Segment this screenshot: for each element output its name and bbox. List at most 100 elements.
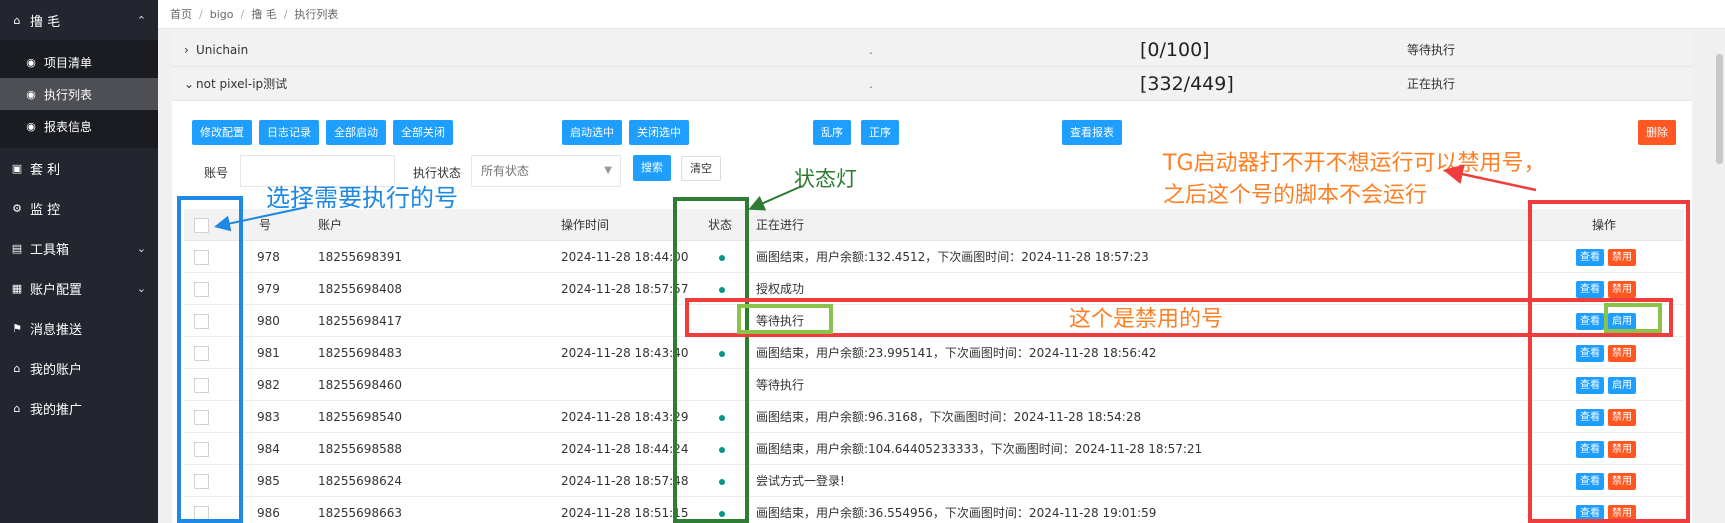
annotation-select-text: 选择需要执行的号 [266, 184, 458, 212]
sidebar-item-toolbox[interactable]: ▤ 工具箱 ⌄ [0, 228, 158, 268]
row-checkbox[interactable] [194, 346, 209, 361]
disable-button[interactable]: 禁用 [1608, 473, 1636, 490]
sidebar-item-monitor[interactable]: ⚙ 监 控 [0, 188, 158, 228]
group-row-unichain[interactable]: › Unichain . [0/100] 等待执行 [172, 33, 1692, 67]
row-checkbox[interactable] [194, 378, 209, 393]
breadcrumb-bigo[interactable]: bigo [210, 8, 234, 21]
table-row[interactable]: 981 18255698483 2024-11-28 18:43:40 画图结束，用户… [184, 337, 1684, 369]
account-table: 号 账户 操作时间 状态 正在进行 操作 978 18255698391 2024-… [184, 209, 1684, 523]
flag-icon: ⚑ [12, 321, 22, 335]
table-row[interactable]: 979 18255698408 2024-11-28 18:57:57 授权成功 查看禁… [184, 273, 1684, 305]
table-row[interactable]: 985 18255698624 2024-11-28 18:57:48 尝试方式一登录… [184, 465, 1684, 497]
search-button[interactable]: 搜索 [633, 155, 671, 181]
delete-button[interactable]: 删除 [1638, 120, 1676, 145]
status-dot [719, 337, 725, 369]
cell-time: 2024-11-28 18:51:15 [561, 506, 689, 520]
sidebar-item-label: 报表信息 [44, 119, 93, 134]
view-button[interactable]: 查看 [1576, 249, 1604, 266]
row-checkbox[interactable] [194, 442, 209, 457]
annotation-tg-text-2: 之后这个号的脚本不会运行 [1163, 183, 1428, 208]
breadcrumb-home[interactable]: 首页 [170, 6, 192, 22]
sidebar-item-arbitrage[interactable]: ▣ 套 利 [0, 148, 158, 188]
cell-no: 980 [257, 314, 280, 328]
start-all-button[interactable]: 全部启动 [326, 120, 386, 145]
cell-account: 18255698624 [318, 474, 402, 488]
table-row[interactable]: 980 18255698417 等待执行 查看 启用 [184, 305, 1684, 337]
view-button[interactable]: 查看 [1576, 313, 1604, 330]
view-button[interactable]: 查看 [1576, 377, 1604, 394]
table-row[interactable]: 982 18255698460 等待执行 查看 启用 [184, 369, 1684, 401]
sidebar-item-exec-list[interactable]: ◉ 执行列表 [0, 78, 158, 110]
status-dot [719, 241, 725, 273]
log-button[interactable]: 日志记录 [259, 120, 319, 145]
table-row[interactable]: 984 18255698588 2024-11-28 18:44:24 画图结束，用户… [184, 433, 1684, 465]
table-row[interactable]: 978 18255698391 2024-11-28 18:44:00 画图结束，用户… [184, 241, 1684, 273]
sidebar-item-my-promotion[interactable]: ⌂ 我的推广 [0, 388, 158, 428]
status-select[interactable]: 所有状态 ▼ [471, 155, 621, 187]
select-all-checkbox[interactable] [194, 218, 209, 233]
main-content: › Unichain . [0/100] 等待执行 ⌄ not pixel-ip测试… [172, 33, 1692, 523]
sidebar-item-label: 我的账户 [30, 362, 83, 378]
dashboard-icon: ◉ [26, 87, 36, 101]
disable-button[interactable]: 禁用 [1608, 345, 1636, 362]
view-button[interactable]: 查看 [1576, 441, 1604, 458]
status-select-value: 所有状态 [481, 164, 530, 178]
sidebar-item-account-config[interactable]: ▦ 账户配置 ⌄ [0, 268, 158, 308]
view-button[interactable]: 查看 [1576, 281, 1604, 298]
cell-time: 2024-11-28 18:43:29 [561, 410, 689, 424]
row-checkbox[interactable] [194, 410, 209, 425]
sidebar-item-label: 监 控 [30, 202, 61, 218]
cell-account: 18255698408 [318, 282, 402, 296]
group-row-not-pixel[interactable]: ⌄ not pixel-ip测试 . [332/449] 正在执行 [172, 67, 1692, 101]
sidebar-item-lumao[interactable]: ⌂ 撸 毛 ⌃ [0, 0, 158, 40]
start-selected-button[interactable]: 启动选中 [562, 120, 622, 145]
header-status: 状态 [708, 218, 733, 232]
clear-button[interactable]: 清空 [681, 156, 721, 181]
view-button[interactable]: 查看 [1576, 473, 1604, 490]
row-checkbox[interactable] [194, 474, 209, 489]
table-row[interactable]: 986 18255698663 2024-11-28 18:51:15 画图结束，用户… [184, 497, 1684, 523]
cell-progress: 画图结束，用户余额:23.995141，下次画图时间：2024-11-28 18… [756, 346, 1157, 360]
view-button[interactable]: 查看 [1576, 345, 1604, 362]
dashboard-icon: ◉ [26, 55, 36, 69]
breadcrumb-separator: / [199, 7, 203, 21]
enable-button[interactable]: 启用 [1608, 377, 1636, 394]
sidebar-item-label: 执行列表 [44, 87, 93, 102]
row-checkbox[interactable] [194, 314, 209, 329]
sidebar-item-report-info[interactable]: ◉ 报表信息 [0, 110, 158, 142]
breadcrumb-lumao[interactable]: 撸 毛 [251, 6, 277, 22]
disable-button[interactable]: 禁用 [1608, 441, 1636, 458]
cell-progress: 尝试方式一登录! [756, 474, 845, 488]
disable-button[interactable]: 禁用 [1608, 505, 1636, 522]
sidebar-item-label: 套 利 [30, 162, 61, 178]
cell-account: 18255698483 [318, 346, 402, 360]
calendar-icon: ▦ [11, 281, 23, 295]
sidebar-item-project-list[interactable]: ◉ 项目清单 [0, 46, 158, 78]
order-button[interactable]: 正序 [861, 120, 899, 145]
sidebar-item-message-push[interactable]: ⚑ 消息推送 [0, 308, 158, 348]
cell-time: 2024-11-28 18:57:57 [561, 282, 689, 296]
enable-button[interactable]: 启用 [1608, 313, 1636, 330]
edit-config-button[interactable]: 修改配置 [192, 120, 252, 145]
row-checkbox[interactable] [194, 506, 209, 521]
shuffle-button[interactable]: 乱序 [813, 120, 851, 145]
sidebar-item-my-account[interactable]: ⌂ 我的账户 [0, 348, 158, 388]
row-checkbox[interactable] [194, 250, 209, 265]
breadcrumb: 首页 / bigo / 撸 毛 / 执行列表 [158, 0, 1725, 29]
view-report-button[interactable]: 查看报表 [1062, 120, 1122, 145]
view-button[interactable]: 查看 [1576, 409, 1604, 426]
scrollbar-thumb[interactable] [1716, 54, 1723, 164]
header-progress: 正在进行 [756, 218, 805, 232]
row-checkbox[interactable] [194, 282, 209, 297]
table-row[interactable]: 983 18255698540 2024-11-28 18:43:29 画图结束，用户… [184, 401, 1684, 433]
cell-no: 979 [257, 282, 280, 296]
cell-account: 18255698588 [318, 442, 402, 456]
disable-button[interactable]: 禁用 [1608, 281, 1636, 298]
stop-selected-button[interactable]: 关闭选中 [629, 120, 689, 145]
view-button[interactable]: 查看 [1576, 505, 1604, 522]
home-icon: ⌂ [13, 361, 21, 375]
disable-button[interactable]: 禁用 [1608, 249, 1636, 266]
header-account: 账户 [318, 218, 343, 232]
stop-all-button[interactable]: 全部关闭 [393, 120, 453, 145]
disable-button[interactable]: 禁用 [1608, 409, 1636, 426]
